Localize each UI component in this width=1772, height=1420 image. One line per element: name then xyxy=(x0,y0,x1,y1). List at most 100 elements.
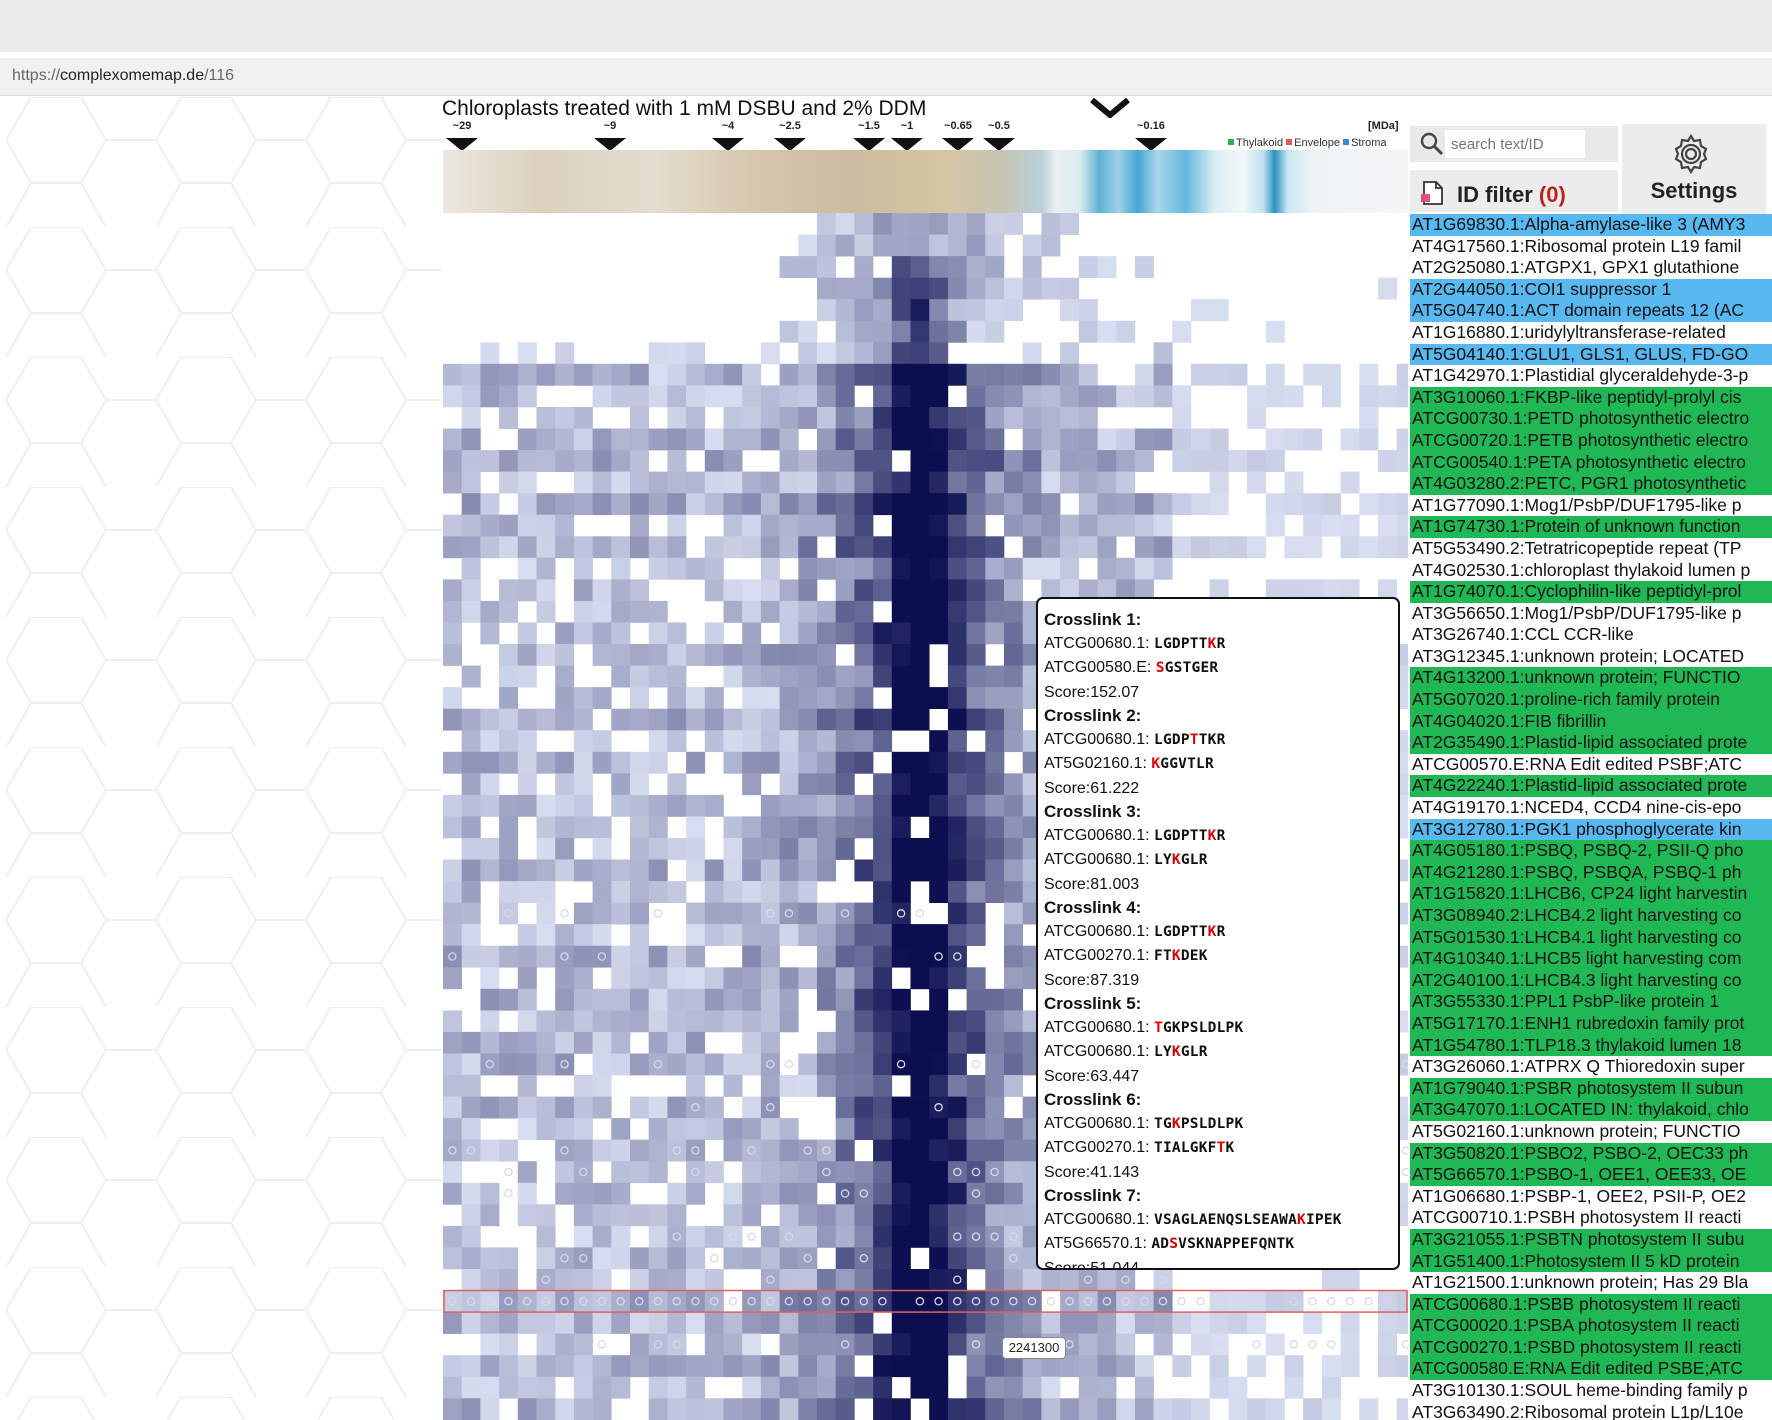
heatmap-cell xyxy=(947,816,967,839)
protein-row[interactable]: AT3G10060.1:FKBP-like peptidyl-prolyl ci… xyxy=(1410,386,1772,409)
heatmap-cell xyxy=(499,1096,519,1119)
heatmap-cell xyxy=(873,385,893,408)
heatmap-cell xyxy=(555,1053,575,1076)
protein-row[interactable]: AT3G50820.1:PSBO2, PSBO-2, OEC33 ph xyxy=(1410,1142,1772,1165)
heatmap-cell xyxy=(891,1204,911,1227)
protein-row[interactable]: AT4G02530.1:chloroplast thylakoid lumen … xyxy=(1410,560,1772,582)
protein-row[interactable]: AT4G19170.1:NCED4, CCD4 nine-cis-epo xyxy=(1410,797,1772,819)
heatmap-cell xyxy=(667,1096,687,1119)
protein-list[interactable]: AT1G69830.1:Alpha-amylase-like 3 (AMY3 AT… xyxy=(1410,214,1772,1420)
protein-row[interactable]: AT5G07020.1:proline-rich family protein xyxy=(1410,689,1772,711)
protein-row[interactable]: AT1G79040.1:PSBR photosystem II subun xyxy=(1410,1077,1772,1100)
protein-row[interactable]: AT4G05180.1:PSBQ, PSBQ-2, PSII-Q pho xyxy=(1410,840,1772,862)
heatmap-cell xyxy=(686,407,706,429)
protein-row[interactable]: AT2G44050.1:COI1 suppressor 1 xyxy=(1410,278,1772,301)
heatmap-cell xyxy=(1078,450,1098,472)
heatmap-cell xyxy=(461,1182,481,1205)
protein-row[interactable]: AT4G04020.1:FIB fibrillin xyxy=(1410,710,1772,733)
gear-icon[interactable] xyxy=(1670,133,1712,175)
search-input[interactable] xyxy=(1445,130,1585,158)
protein-row[interactable]: AT3G63490.2:Ribosomal protein L1p/L10e xyxy=(1410,1402,1772,1420)
heatmap-cell xyxy=(873,1182,893,1205)
heatmap-cell xyxy=(760,708,780,731)
heatmap-cell xyxy=(947,320,967,343)
heatmap-cell xyxy=(704,1290,724,1313)
protein-row[interactable]: AT1G74070.1:Cyclophilin-like peptidyl-pr… xyxy=(1410,581,1772,603)
scroll-down-marker-icon[interactable] xyxy=(1090,98,1130,118)
protein-row[interactable]: AT3G55330.1:PPL1 PsbP-like protein 1 xyxy=(1410,991,1772,1013)
heatmap-cell xyxy=(517,794,537,817)
protein-row[interactable]: AT1G06680.1:PSBP-1, OEE2, PSII-P, OE2 xyxy=(1410,1186,1772,1208)
protein-row[interactable]: AT5G01530.1:LHCB4.1 light harvesting co xyxy=(1410,926,1772,949)
protein-row[interactable]: AT1G74730.1:Protein of unknown function xyxy=(1410,516,1772,538)
protein-row[interactable]: AT4G10340.1:LHCB5 light harvesting com xyxy=(1410,948,1772,970)
protein-row[interactable]: AT4G21280.1:PSBQ, PSBQA, PSBQ-1 ph xyxy=(1410,861,1772,884)
protein-row[interactable]: AT5G04140.1:GLU1, GLS1, GLUS, FD-GO xyxy=(1410,343,1772,366)
protein-row[interactable]: AT1G54780.1:TLP18.3 thylakoid lumen 18 xyxy=(1410,1034,1772,1057)
protein-row[interactable]: AT5G53490.2:Tetratricopeptide repeat (TP xyxy=(1410,538,1772,560)
protein-row[interactable]: ATCG00020.1:PSBA photosystem II reacti xyxy=(1410,1315,1772,1337)
protein-row[interactable]: ATCG00730.1:PETD photosynthetic electro xyxy=(1410,408,1772,430)
heatmap-cell xyxy=(704,881,724,903)
protein-row[interactable]: AT1G21500.1:unknown protein; Has 29 Bla xyxy=(1410,1272,1772,1294)
protein-row[interactable]: AT3G26740.1:CCL CCR-like xyxy=(1410,624,1772,646)
protein-row[interactable]: AT3G26060.1:ATPRX Q Thioredoxin super xyxy=(1410,1056,1772,1078)
protein-row[interactable]: AT1G51400.1:Photosystem II 5 kD protein xyxy=(1410,1250,1772,1273)
protein-row[interactable]: ATCG00540.1:PETA photosynthetic electro xyxy=(1410,451,1772,474)
protein-row[interactable]: AT5G02160.1:unknown protein; FUNCTIO xyxy=(1410,1121,1772,1143)
heatmap-cell xyxy=(760,1269,780,1291)
heatmap-cell xyxy=(779,773,799,796)
address-url[interactable]: https://complexomemap.de/116 xyxy=(12,67,234,85)
protein-row[interactable]: AT5G04740.1:ACT domain repeats 12 (AC xyxy=(1410,300,1772,322)
heatmap-cell xyxy=(686,1225,706,1248)
heatmap-cell xyxy=(1153,428,1173,451)
protein-row[interactable]: AT3G10130.1:SOUL heme-binding family p xyxy=(1410,1380,1772,1402)
protein-row[interactable]: AT3G47070.1:LOCATED IN: thylakoid, chlo xyxy=(1410,1099,1772,1121)
id-filter-label[interactable]: ID filter (0) xyxy=(1457,182,1566,208)
heatmap-cell xyxy=(648,1355,668,1378)
protein-row[interactable]: AT2G40100.1:LHCB4.3 light harvesting co xyxy=(1410,969,1772,992)
protein-row[interactable]: AT1G77090.1:Mog1/PsbP/DUF1795-like p xyxy=(1410,495,1772,517)
protein-row[interactable]: AT3G12345.1:unknown protein; LOCATED xyxy=(1410,646,1772,668)
protein-row[interactable]: AT3G08940.2:LHCB4.2 light harvesting co xyxy=(1410,905,1772,927)
heatmap-cell xyxy=(966,234,986,257)
protein-row[interactable]: ATCG00680.1:PSBB photosystem II reacti xyxy=(1410,1293,1772,1316)
heatmap-cell xyxy=(1041,514,1061,537)
address-bar[interactable]: https://complexomemap.de/116 xyxy=(0,58,1772,96)
search-icon[interactable] xyxy=(1418,131,1446,157)
settings-label[interactable]: Settings xyxy=(1622,178,1766,204)
protein-row[interactable]: ATCG00710.1:PSBH photosystem II reacti xyxy=(1410,1207,1772,1229)
protein-row[interactable]: AT2G25080.1:ATGPX1, GPX1 glutathione xyxy=(1410,257,1772,279)
protein-row[interactable]: AT1G42970.1:Plastidial glyceraldehyde-3-… xyxy=(1410,365,1772,387)
heatmap-cell xyxy=(947,471,967,494)
peptide-sequence: FTKDEK xyxy=(1154,948,1208,964)
protein-row[interactable]: AT1G15820.1:LHCB6, CP24 light harvestin xyxy=(1410,883,1772,905)
heatmap-cell xyxy=(779,1161,799,1184)
protein-row[interactable]: AT1G16880.1:uridylyltransferase-related xyxy=(1410,322,1772,344)
protein-row[interactable]: AT5G17170.1:ENH1 rubredoxin family prot xyxy=(1410,1012,1772,1035)
heatmap-cell xyxy=(667,1247,687,1270)
heatmap-cell xyxy=(947,665,967,688)
protein-row[interactable]: AT1G69830.1:Alpha-amylase-like 3 (AMY3 xyxy=(1410,214,1772,236)
protein-row[interactable]: AT4G17560.1:Ribosomal protein L19 famil xyxy=(1410,236,1772,258)
heatmap-cell xyxy=(817,1204,836,1227)
heatmap-cell xyxy=(1209,493,1229,516)
protein-row[interactable]: ATCG00570.E:RNA Edit edited PSBF;ATC xyxy=(1410,754,1772,776)
protein-row[interactable]: ATCG00270.1:PSBD photosystem II reacti xyxy=(1410,1336,1772,1359)
protein-row[interactable]: AT3G56650.1:Mog1/PsbP/DUF1795-like p xyxy=(1410,603,1772,625)
protein-row[interactable]: AT4G03280.2:PETC, PGR1 photosynthetic xyxy=(1410,473,1772,495)
protein-row[interactable]: AT5G66570.1:PSBO-1, OEE1, OEE33, OE xyxy=(1410,1164,1772,1186)
protein-row[interactable]: AT3G21055.1:PSBTN photosystem II subu xyxy=(1410,1228,1772,1251)
document-icon[interactable] xyxy=(1421,180,1445,206)
protein-row[interactable]: AT4G13200.1:unknown protein; FUNCTIO xyxy=(1410,667,1772,690)
heatmap-cell xyxy=(723,751,743,774)
heatmap-cell xyxy=(1004,687,1023,709)
heatmap-cell xyxy=(1321,363,1341,386)
heatmap-cell xyxy=(480,1182,500,1205)
protein-row[interactable]: AT3G12780.1:PGK1 phosphoglycerate kin xyxy=(1410,818,1772,841)
protein-row[interactable]: AT4G22240.1:Plastid-lipid associated pro… xyxy=(1410,775,1772,798)
protein-row[interactable]: ATCG00580.E:RNA Edit edited PSBE;ATC xyxy=(1410,1358,1772,1381)
heatmap-cell xyxy=(630,945,649,968)
protein-row[interactable]: ATCG00720.1:PETB photosynthetic electro xyxy=(1410,429,1772,452)
protein-row[interactable]: AT2G35490.1:Plastid-lipid associated pro… xyxy=(1410,732,1772,754)
